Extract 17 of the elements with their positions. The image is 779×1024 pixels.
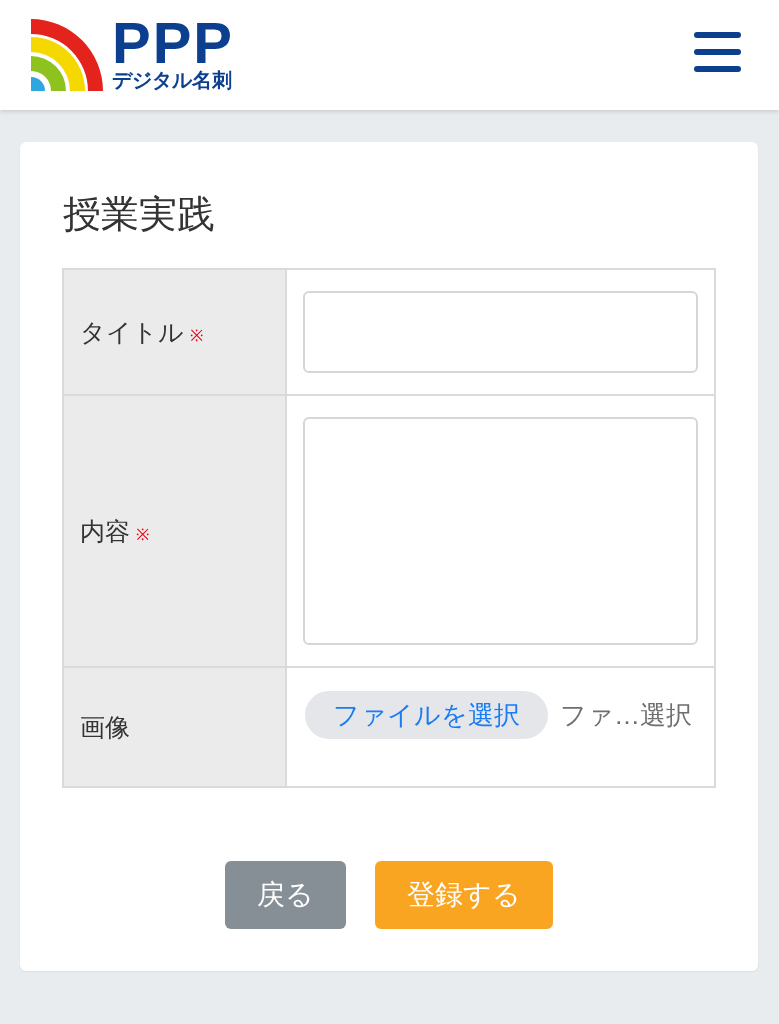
rainbow-logo-icon bbox=[31, 18, 103, 91]
field-label: 画像 bbox=[80, 712, 130, 741]
form-title: 授業実践 bbox=[63, 192, 216, 237]
back-button[interactable]: 戻る bbox=[225, 861, 346, 929]
submit-button[interactable]: 登録する bbox=[375, 861, 553, 929]
file-status-text: ファ…選択 bbox=[560, 698, 692, 732]
menu-icon bbox=[694, 32, 741, 72]
menu-button[interactable] bbox=[694, 32, 741, 72]
textarea-field[interactable] bbox=[303, 417, 698, 645]
text-input-field[interactable] bbox=[303, 291, 698, 373]
logo-wordmark: PPP bbox=[112, 19, 235, 66]
required-mark: ※ bbox=[190, 326, 203, 344]
field-label: タイトル bbox=[80, 317, 184, 346]
field-label: 内容 bbox=[80, 516, 130, 545]
required-mark: ※ bbox=[136, 525, 149, 543]
choose-file-button[interactable]: ファイルを選択 bbox=[305, 691, 548, 739]
logo-tagline: デジタル名刺 bbox=[112, 67, 232, 92]
